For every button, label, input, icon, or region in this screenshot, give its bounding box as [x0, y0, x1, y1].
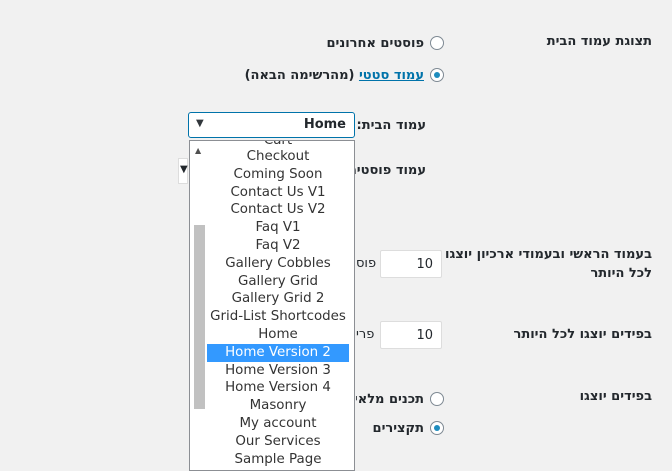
dropdown-option[interactable]: Sample Page: [207, 451, 349, 469]
chevron-down-icon: ▼: [196, 118, 204, 129]
feed-count-value: 10: [416, 328, 433, 343]
dropdown-option[interactable]: Grid-List Shortcodes: [207, 308, 349, 326]
full-text-label: תכנים מלאים: [356, 392, 424, 407]
static-page-radio[interactable]: [430, 68, 444, 82]
dropdown-option[interactable]: Gallery Grid: [207, 273, 349, 291]
feed-count-input[interactable]: 10: [380, 321, 442, 349]
latest-posts-label: פוסטים אחרונים: [326, 36, 424, 51]
homepage-select-label: עמוד הבית:: [356, 118, 426, 133]
blog-pages-input[interactable]: 10: [380, 250, 442, 278]
feed-count-label: בפידים יוצגו לכל היותר: [513, 327, 652, 342]
dropdown-option[interactable]: Home Version 3: [207, 362, 349, 380]
blog-pages-label: בעמוד הראשי ובעמודי ארכיון יוצגו לכל היו…: [445, 245, 652, 283]
summary-label: תקצירים: [372, 421, 424, 436]
dropdown-option[interactable]: Checkout: [207, 148, 349, 166]
dropdown-option[interactable]: Coming Soon: [207, 166, 349, 184]
dropdown-option[interactable]: Contact Us V1: [207, 184, 349, 202]
homepage-display-label: תצוגת עמוד הבית: [546, 34, 652, 49]
scrollbar-thumb[interactable]: [194, 225, 205, 409]
dropdown-option[interactable]: Gallery Cobbles: [207, 255, 349, 273]
blog-pages-unit: פוס: [356, 256, 377, 271]
blog-pages-label-line1: בעמוד הראשי ובעמודי ארכיון יוצגו: [445, 247, 652, 262]
dropdown-option[interactable]: My account: [207, 415, 349, 433]
homepage-dropdown-list[interactable]: ▲ Cart Checkout Coming Soon Contact Us V1 C…: [189, 140, 355, 471]
posts-page-label: עמוד פוסטים: [347, 163, 426, 178]
homepage-select[interactable]: ▼ Home: [188, 112, 355, 138]
dropdown-option-selected[interactable]: Home Version 2: [207, 343, 349, 362]
dropdown-option[interactable]: Our Services: [207, 433, 349, 451]
dropdown-option[interactable]: Home Version 4: [207, 379, 349, 397]
latest-posts-radio[interactable]: [430, 36, 444, 50]
static-page-suffix: (מהרשימה הבאה): [244, 68, 359, 83]
blog-pages-label-line2: לכל היותר: [590, 266, 652, 281]
scroll-up-icon[interactable]: ▲: [195, 146, 201, 155]
posts-page-select[interactable]: ▼: [178, 158, 188, 184]
static-page-link[interactable]: עמוד סטטי: [359, 68, 424, 83]
dropdown-option[interactable]: Gallery Grid 2: [207, 290, 349, 308]
dropdown-option[interactable]: Home: [207, 326, 349, 344]
dropdown-option[interactable]: Contact Us V2: [207, 201, 349, 219]
dropdown-option[interactable]: Faq V1: [207, 219, 349, 237]
full-text-radio[interactable]: [430, 392, 444, 406]
static-page-label: עמוד סטטי (מהרשימה הבאה): [245, 68, 424, 83]
homepage-select-value: Home: [303, 117, 346, 132]
dropdown-option[interactable]: Masonry: [207, 397, 349, 415]
summary-radio[interactable]: [430, 421, 444, 435]
chevron-down-icon: ▼: [180, 164, 188, 175]
feed-content-label: בפידים יוצגו: [579, 389, 652, 404]
blog-pages-value: 10: [416, 257, 433, 272]
feed-count-unit: פרי: [356, 327, 375, 342]
dropdown-option[interactable]: Faq V2: [207, 237, 349, 255]
dropdown-scrollbar[interactable]: ▲: [190, 141, 207, 470]
